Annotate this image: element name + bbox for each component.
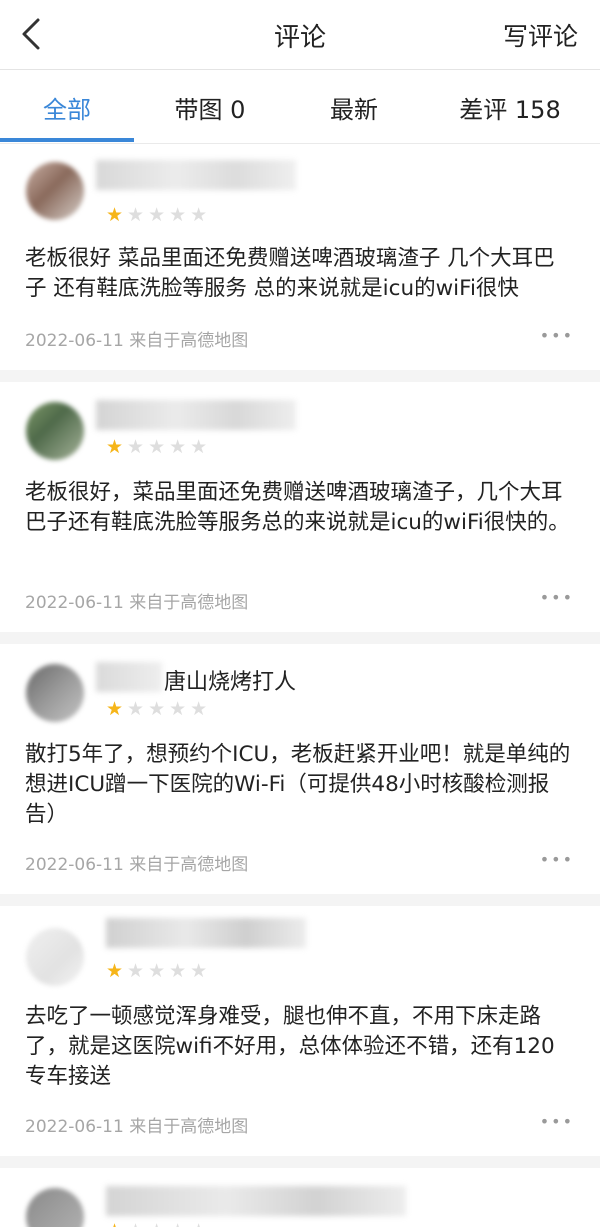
review-text: 老板很好，菜品里面还免费赠送啤酒玻璃渣子，几个大耳巴子还有鞋底洗脸等服务总的来说… xyxy=(25,480,570,535)
more-dots-icon[interactable]: ••• xyxy=(540,326,574,345)
tab-negative[interactable]: 差评 158 xyxy=(440,90,580,125)
star-empty-icon: ★★★★ xyxy=(127,960,212,982)
nickname-blurred xyxy=(106,1186,406,1216)
star-empty-icon: ★★★★ xyxy=(127,1220,211,1227)
divider xyxy=(0,632,600,644)
review-item: ★★★★★ 去吃了一顿感觉浑身难受，腿也伸不直，不用下床走路了，就是这医院wif… xyxy=(0,906,600,1156)
active-tab-indicator xyxy=(0,138,134,142)
review-item: 唐山烧烤打人 ★★★★★ 散打5年了，想预约个ICU，老板赶紧开业吧！就是单纯的… xyxy=(0,644,600,894)
review-text: 散打5年了，想预约个ICU，老板赶紧开业吧！就是单纯的想进ICU蹭一下医院的Wi… xyxy=(25,742,571,827)
tab-latest[interactable]: 最新 xyxy=(287,90,421,125)
star-empty-icon: ★★★★ xyxy=(127,436,212,458)
divider xyxy=(0,894,600,906)
rating-stars: ★★★★★ xyxy=(106,436,211,458)
divider xyxy=(0,1156,600,1168)
review-text: 去吃了一顿感觉浑身难受，腿也伸不直，不用下床走路了，就是这医院wifi不好用，总… xyxy=(25,1004,555,1089)
review-source: 来自于高德地图 xyxy=(129,593,249,613)
review-item: ★★★★★ 老板很好 菜品里面还免费赠送啤酒玻璃渣子 几个大耳巴子 还有鞋底洗脸… xyxy=(0,144,600,370)
more-dots-icon[interactable]: ••• xyxy=(540,588,574,607)
nickname-blurred xyxy=(96,160,296,190)
star-filled-icon: ★ xyxy=(106,204,128,226)
write-review-button[interactable]: 写评论 xyxy=(503,17,578,53)
star-empty-icon: ★★★★ xyxy=(127,698,212,720)
review-date: 2022-06-11 xyxy=(25,1117,124,1137)
star-filled-icon: ★ xyxy=(106,698,128,720)
avatar[interactable] xyxy=(26,1188,84,1227)
review-date: 2022-06-11 xyxy=(25,331,124,351)
review-item: ★★★★★ xyxy=(0,1168,600,1227)
rating-stars: ★★★★★ xyxy=(106,204,211,226)
star-empty-icon: ★★★★ xyxy=(127,204,212,226)
review-date: 2022-06-11 xyxy=(25,855,124,875)
more-dots-icon[interactable]: ••• xyxy=(540,1112,574,1131)
nickname: 唐山烧烤打人 xyxy=(164,670,297,695)
avatar[interactable] xyxy=(26,664,84,722)
review-meta: 2022-06-11 来自于高德地图 xyxy=(25,850,248,875)
nickname-blurred xyxy=(96,662,162,692)
star-filled-icon: ★ xyxy=(106,960,128,982)
nickname-blurred xyxy=(106,918,306,948)
divider xyxy=(0,370,600,382)
review-meta: 2022-06-11 来自于高德地图 xyxy=(25,588,248,613)
star-filled-icon: ★ xyxy=(106,436,128,458)
avatar[interactable] xyxy=(26,162,84,220)
star-filled-icon: ★ xyxy=(106,1220,127,1227)
rating-stars: ★★★★★ xyxy=(106,698,211,720)
review-source: 来自于高德地图 xyxy=(129,331,249,351)
review-source: 来自于高德地图 xyxy=(129,1117,249,1137)
avatar[interactable] xyxy=(26,402,84,460)
review-date: 2022-06-11 xyxy=(25,593,124,613)
review-source: 来自于高德地图 xyxy=(129,855,249,875)
rating-stars: ★★★★★ xyxy=(106,1220,211,1227)
more-dots-icon[interactable]: ••• xyxy=(540,850,574,869)
tab-all[interactable]: 全部 xyxy=(0,90,134,125)
tab-bar: 全部 带图 0 最新 差评 158 xyxy=(0,70,600,144)
rating-stars: ★★★★★ xyxy=(106,960,211,982)
nickname-blurred xyxy=(96,400,296,430)
avatar[interactable] xyxy=(26,928,84,986)
review-text: 老板很好 菜品里面还免费赠送啤酒玻璃渣子 几个大耳巴子 还有鞋底洗脸等服务 总的… xyxy=(25,246,555,301)
review-meta: 2022-06-11 来自于高德地图 xyxy=(25,326,248,351)
nav-bar: 评论 写评论 xyxy=(0,0,600,70)
tab-with-photos[interactable]: 带图 0 xyxy=(143,90,277,125)
review-meta: 2022-06-11 来自于高德地图 xyxy=(25,1112,248,1137)
review-item: ★★★★★ 老板很好，菜品里面还免费赠送啤酒玻璃渣子，几个大耳巴子还有鞋底洗脸等… xyxy=(0,382,600,632)
